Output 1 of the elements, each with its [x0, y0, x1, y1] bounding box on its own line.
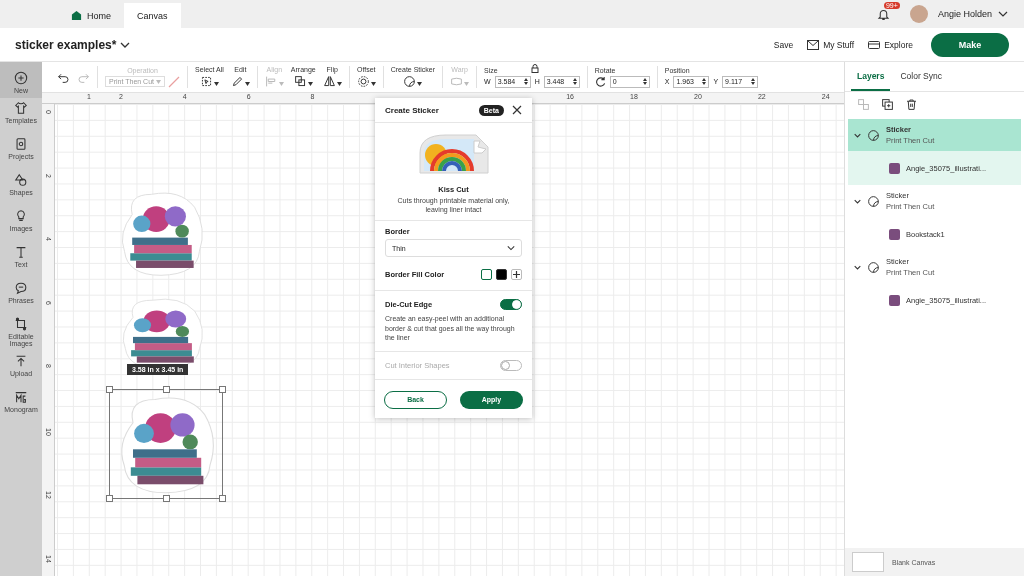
dialog-title: Create Sticker: [385, 105, 440, 115]
